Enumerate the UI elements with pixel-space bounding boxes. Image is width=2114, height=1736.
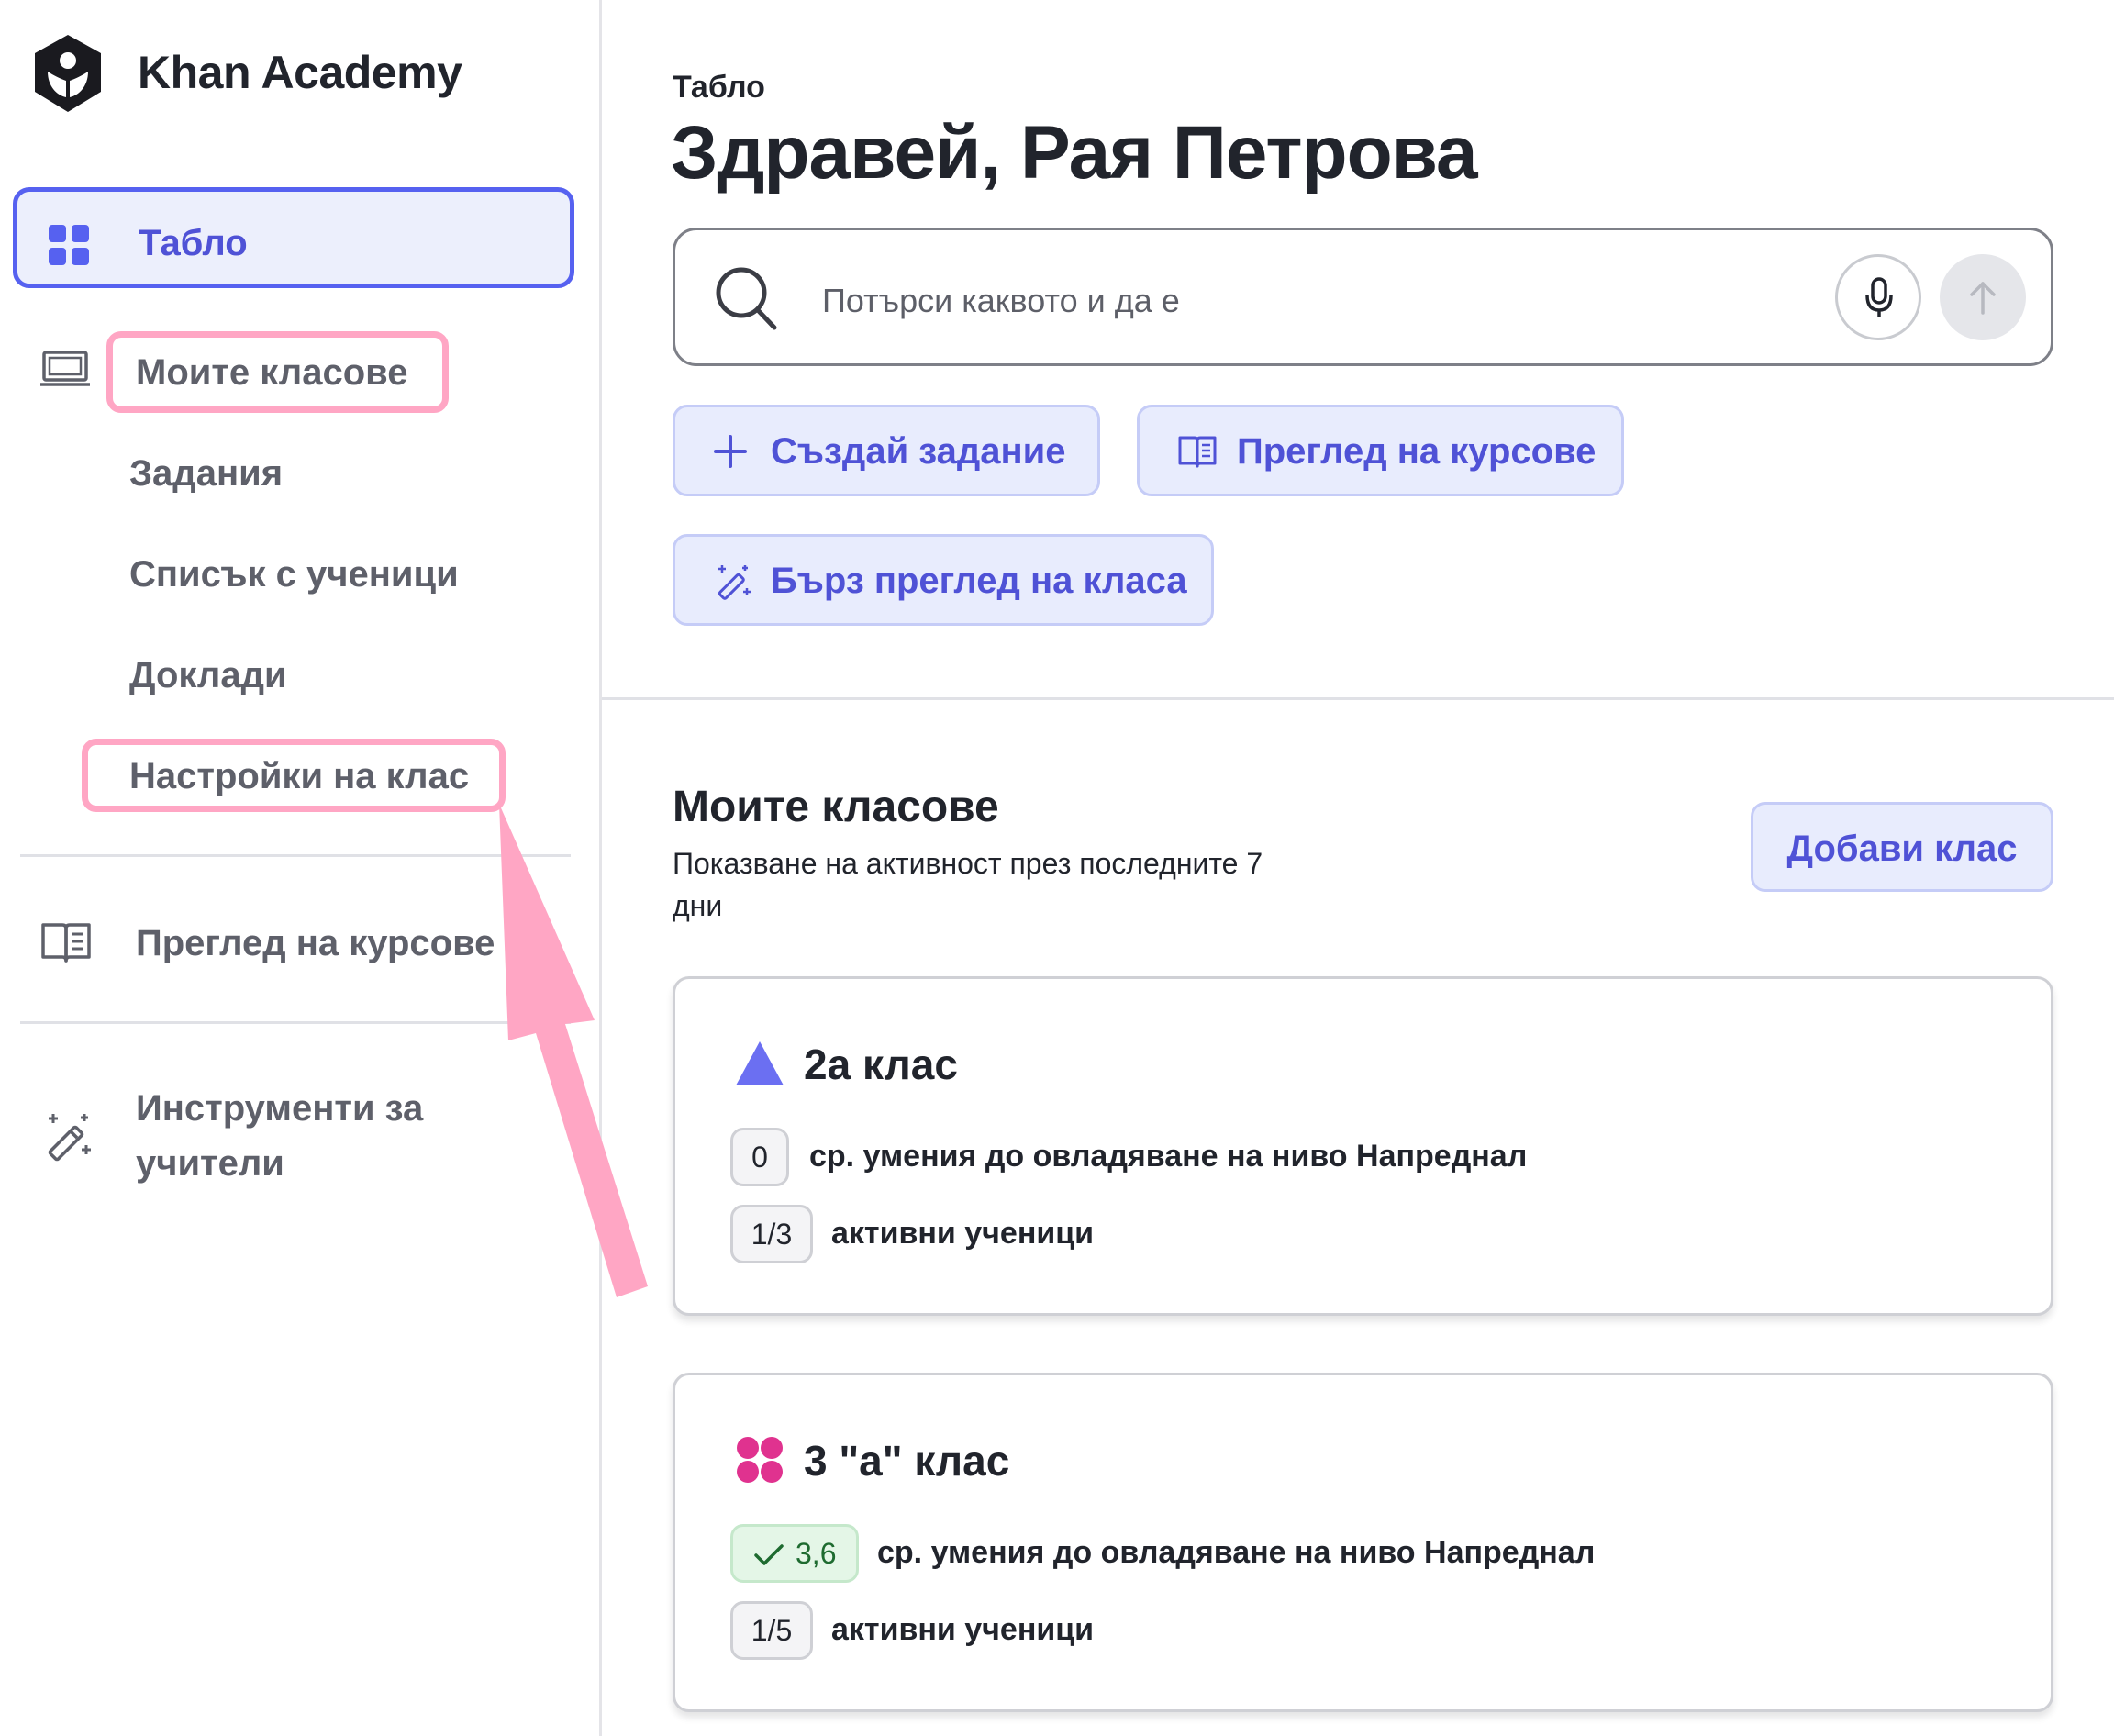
sidebar-item-teacher-tools-line2[interactable]: учители (136, 1143, 284, 1185)
active-students-chip: 1/5 (730, 1601, 813, 1660)
voice-input-button[interactable] (1835, 254, 1921, 340)
section-divider (602, 697, 2114, 700)
active-students-chip: 1/3 (730, 1205, 813, 1263)
mastery-label: ср. умения до овладяване на ниво Напредн… (877, 1535, 1596, 1570)
sidebar-item-browse-courses[interactable]: Преглед на курсове (136, 923, 495, 964)
breadcrumb: Табло (673, 70, 765, 105)
sidebar-divider (20, 1021, 571, 1024)
add-class-button[interactable]: Добави клас (1751, 802, 2053, 892)
sidebar: Khan Academy Табло Моите класове Задания… (0, 0, 602, 1736)
quick-class-review-button[interactable]: Бърз преглед на класа (673, 534, 1214, 626)
open-book-icon (41, 923, 91, 963)
submit-search-button[interactable] (1940, 254, 2026, 340)
class-name[interactable]: 2а клас (804, 1040, 958, 1089)
active-students-label: активни ученици (831, 1216, 1095, 1251)
dashboard-grid-icon (49, 225, 89, 265)
add-class-label: Добави клас (1786, 829, 2018, 869)
active-students-label: активни ученици (831, 1612, 1095, 1647)
plus-icon (714, 435, 747, 468)
sidebar-item-assignments[interactable]: Задания (129, 453, 283, 495)
sidebar-divider (20, 854, 571, 857)
open-book-icon (1178, 436, 1217, 468)
browse-courses-button[interactable]: Преглед на курсове (1137, 405, 1624, 496)
browse-courses-label: Преглед на курсове (1237, 431, 1597, 472)
sidebar-item-dashboard[interactable]: Табло (13, 187, 574, 288)
class-card[interactable]: 2а клас 0 ср. умения до овладяване на ни… (673, 976, 2053, 1316)
sidebar-item-teacher-tools[interactable]: Инструменти за (136, 1088, 423, 1130)
mastery-label: ср. умения до овладяване на ниво Напредн… (809, 1139, 1528, 1174)
page-title: Здравей, Рая Петрова (671, 111, 1478, 195)
class-card[interactable]: 3 "а" клас 3,6 ср. умения до овладяване … (673, 1373, 2053, 1712)
sidebar-item-label: Табло (139, 223, 248, 263)
sidebar-item-roster[interactable]: Списък с ученици (129, 554, 459, 595)
khan-academy-logo-icon[interactable] (28, 33, 132, 117)
quick-class-review-label: Бърз преглед на класа (771, 561, 1187, 601)
sidebar-item-reports[interactable]: Доклади (129, 655, 287, 696)
my-classes-heading: Моите класове (673, 783, 999, 831)
classroom-board-icon (40, 351, 90, 386)
highlight-class-settings (82, 739, 506, 812)
highlight-my-classes (106, 331, 449, 413)
mastery-chip: 0 (730, 1128, 789, 1186)
mastery-chip: 3,6 (730, 1524, 859, 1583)
arrow-up-icon (1970, 282, 1996, 315)
create-assignment-button[interactable]: Създай задание (673, 405, 1100, 496)
magic-wand-icon (48, 1114, 91, 1162)
search-input[interactable]: Потърси каквото и да е (822, 282, 1180, 320)
search-bar[interactable]: Потърси каквото и да е (673, 228, 2053, 366)
flower-icon (737, 1437, 783, 1483)
create-assignment-label: Създай задание (771, 431, 1066, 472)
microphone-icon (1865, 277, 1893, 317)
checkmark-icon (754, 1544, 784, 1565)
mastery-value: 3,6 (796, 1537, 837, 1570)
logo-text[interactable]: Khan Academy (138, 46, 462, 99)
triangle-icon (736, 1041, 784, 1085)
magic-wand-icon (718, 565, 751, 600)
activity-period-text: Показване на активност през последните 7… (673, 847, 1263, 922)
search-icon (716, 267, 777, 330)
class-name[interactable]: 3 "а" клас (804, 1436, 1009, 1486)
